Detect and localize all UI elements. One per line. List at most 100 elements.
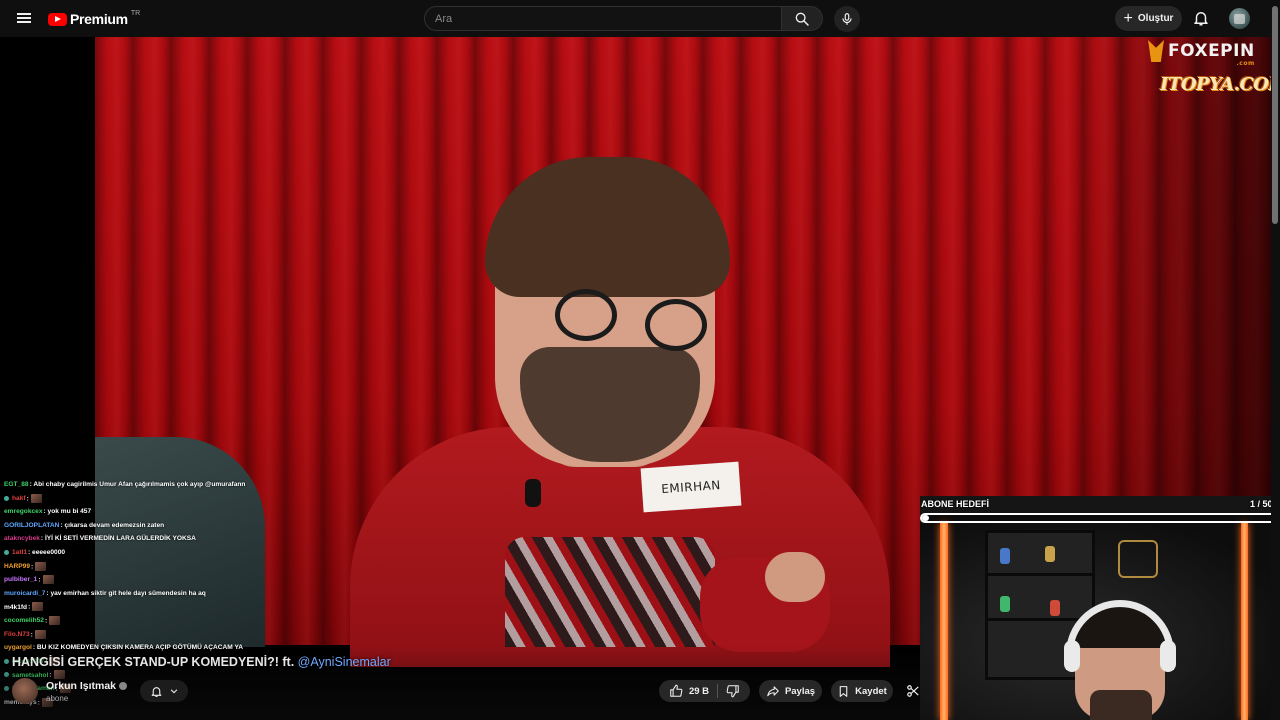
chat-username: EGT_88 (4, 481, 29, 488)
logo-country-code: TR (130, 9, 141, 17)
subscriber-goal-label: ABONE HEDEFİ (921, 499, 990, 509)
chat-message: hakf: (4, 493, 42, 503)
search-input[interactable] (424, 6, 782, 31)
headphone-cup-right (1160, 640, 1176, 672)
chat-emote-icon (30, 493, 42, 503)
neon-sign (1118, 540, 1158, 578)
menu-icon[interactable] (14, 8, 34, 28)
led-strip-left (940, 523, 948, 720)
subscriber-goal-count: 1 / 50 (1250, 499, 1273, 509)
search-icon (795, 12, 809, 26)
chat-message: atakncybek: İYİ Kİ SETİ VERMEDİN LARA GÜ… (4, 534, 196, 543)
chat-username: pulbiber_1 (4, 576, 38, 584)
chat-message: pulbiber_1: (4, 575, 54, 585)
chat-username: HARP99 (4, 562, 31, 570)
verified-icon (119, 682, 128, 691)
chat-emote-icon (49, 616, 61, 625)
microphone-icon (842, 13, 852, 25)
like-dislike-group: 29 B (659, 680, 750, 702)
fox-icon (1148, 40, 1164, 62)
like-icon[interactable] (669, 684, 683, 698)
channel-avatar[interactable] (12, 678, 38, 704)
chat-emote-icon (32, 602, 44, 612)
chat-message: 1atl1: eeeee0000 (4, 548, 65, 557)
streamer-beard (1090, 690, 1152, 720)
figurine (1000, 548, 1010, 564)
chat-username: hakf (12, 494, 26, 502)
chat-message-text: : çıkarsa devam edemezsin zaten (60, 521, 165, 529)
figurine (1050, 600, 1060, 616)
create-button[interactable]: + Oluştur (1115, 6, 1182, 31)
headphone-cup-left (1064, 640, 1080, 672)
chat-username: GORILJOPLATAN (4, 521, 60, 529)
dislike-icon[interactable] (726, 684, 740, 698)
account-avatar[interactable] (1229, 8, 1250, 29)
video-title-text: HANGİSİ GERÇEK STAND-UP KOMEDYENİ?! ft. (12, 655, 295, 669)
chat-username: atakncybek (4, 535, 40, 543)
shirt-pattern (505, 537, 715, 647)
chat-username: muroicardi_7 (4, 589, 46, 597)
like-count[interactable]: 29 B (689, 686, 709, 697)
chat-message: emregokcex: yok mu bi 457 (4, 507, 91, 516)
create-label: Oluştur (1137, 13, 1174, 24)
stream-chat-overlay: EGT_88: Abi chaby cagirilmis Umur Afan ç… (0, 440, 260, 707)
host-hair (485, 157, 730, 297)
chat-message-text: : (31, 562, 34, 570)
masthead: Premium TR + Oluştur (0, 0, 1280, 37)
youtube-premium-logo[interactable]: Premium TR (48, 9, 140, 29)
figurine (1000, 596, 1010, 612)
chat-emote-icon (35, 561, 47, 571)
led-strip-right (1241, 523, 1248, 720)
bell-icon (1194, 12, 1208, 26)
notifications-button[interactable] (1192, 9, 1210, 27)
share-button[interactable]: Paylaş (759, 680, 822, 702)
save-button[interactable]: Kaydet (831, 680, 893, 702)
voice-search-button[interactable] (834, 6, 860, 32)
plus-icon: + (1123, 9, 1133, 27)
chat-message-text: : (38, 576, 41, 584)
subscriber-goal-fill (922, 515, 929, 521)
chat-message: HARP99: (4, 561, 47, 571)
chat-message-text: : eeeee0000 (28, 549, 66, 556)
chat-message: GORILJOPLATAN: çıkarsa devam edemezsin z… (4, 521, 164, 530)
chat-username: m4k1fd (4, 603, 28, 611)
channel-name-text: Orkun Işıtmak (46, 680, 117, 692)
chat-username: emregokcex (4, 508, 43, 516)
bookmark-icon (839, 685, 848, 697)
chat-message-text: : (30, 630, 33, 638)
title-mention-link[interactable]: @AyniSinemalar (298, 655, 391, 669)
sponsor-1-suffix: .com (1236, 60, 1255, 67)
name-tag: EMIRHAN (640, 461, 742, 513)
chat-message: cocomelih52: (4, 616, 61, 625)
like-divider (717, 684, 719, 698)
subscription-bell-button[interactable] (140, 680, 188, 702)
search-button[interactable] (781, 6, 823, 31)
chat-message-text: : (28, 603, 31, 611)
logo-text: Premium (70, 11, 128, 27)
chat-message-text: : İYİ Kİ SETİ VERMEDİN LARA GÜLERDİK YOK… (40, 535, 196, 543)
sponsor-logo-itopya: ITOPYA.COM (1160, 74, 1280, 95)
glasses-lens-right (645, 299, 707, 351)
youtube-logo-icon (48, 12, 67, 26)
channel-name[interactable]: Orkun Işıtmak (46, 680, 128, 692)
sponsor-1-text: FOXEPIN (1168, 41, 1255, 61)
host-hand (765, 552, 825, 602)
chevron-down-icon (170, 689, 177, 694)
host-figure (340, 127, 900, 667)
chat-message-text: : yok mu bi 457 (43, 508, 92, 516)
chat-message-text: : (26, 494, 29, 502)
chat-message-text: : yav emirhan siktir git hele dayı sümen… (46, 589, 206, 597)
scrollbar-thumb[interactable] (1272, 6, 1278, 224)
chat-badge-icon (4, 549, 9, 555)
lapel-mic (525, 479, 541, 507)
chat-username: Filo.N73 (4, 630, 30, 638)
share-label: Paylaş (784, 685, 816, 697)
chat-username: cocomelih52 (4, 617, 44, 625)
video-title: HANGİSİ GERÇEK STAND-UP KOMEDYENİ?! ft. … (12, 655, 391, 669)
glasses-lens-left (555, 289, 617, 341)
subscriber-goal-bar (920, 513, 1278, 523)
chat-message: muroicardi_7: yav emirhan siktir git hel… (4, 589, 206, 598)
chat-message: EGT_88: Abi chaby cagirilmis Umur Afan ç… (4, 480, 245, 489)
sponsor-logo-foxepin: FOXEPIN .com (1148, 38, 1255, 67)
chat-username: 1atl1 (12, 549, 28, 556)
